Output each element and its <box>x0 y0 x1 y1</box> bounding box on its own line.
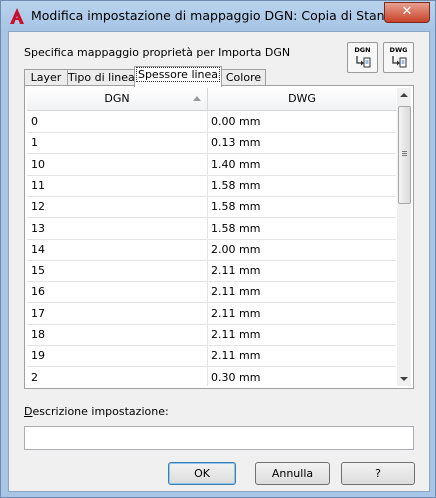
cell-dwg[interactable]: 1.58 mm <box>211 196 391 217</box>
cell-dgn: 10 <box>31 157 45 171</box>
cell-divider <box>207 196 208 218</box>
cell-dwg[interactable]: 2.00 mm <box>211 239 391 260</box>
description-label: Descrizione impostazione: <box>24 405 169 418</box>
table-header: DGN DWG <box>27 88 396 111</box>
mapping-table: DGN DWG 0 0.00 mm 1 0.13 mm 10 1.40 mm 11 1.58 … <box>27 88 396 386</box>
column-header-dgn[interactable]: DGN <box>27 88 207 110</box>
cell-dgn: 13 <box>31 221 45 235</box>
close-icon: ✕ <box>401 4 413 19</box>
column-header-label: DWG <box>288 92 316 105</box>
table-row[interactable]: 0 0.00 mm <box>27 111 396 133</box>
cell-dwg[interactable]: 1.40 mm <box>211 154 391 175</box>
autocad-app-icon <box>10 8 24 24</box>
grip-line <box>402 151 407 152</box>
cell-dwg[interactable]: 0.30 mm <box>211 367 391 386</box>
dialog-window: Modifica impostazione di mappaggio DGN: … <box>0 0 436 498</box>
vertical-scrollbar[interactable] <box>397 88 411 386</box>
dgn-mapping-button[interactable]: DGN <box>347 42 378 73</box>
cell-divider <box>207 174 208 196</box>
cell-divider <box>207 153 208 175</box>
dialog-subtitle: Specifica mappaggio proprietà per Import… <box>24 46 291 59</box>
cell-divider <box>207 324 208 345</box>
tab-label: Layer <box>30 71 62 84</box>
dialog-body: Specifica mappaggio proprietà per Import… <box>8 31 430 492</box>
cell-dwg[interactable]: 1.58 mm <box>211 175 391 196</box>
cell-dgn: 2 <box>31 370 38 384</box>
cell-dgn: 15 <box>31 264 45 278</box>
table-row[interactable]: 14 2.00 mm <box>27 238 396 261</box>
column-header-dwg[interactable]: DWG <box>208 88 396 110</box>
dwg-import-icon <box>392 56 407 68</box>
tab-spessore-linea[interactable]: Spessore linea <box>134 66 222 87</box>
cell-dgn: 19 <box>31 349 45 363</box>
description-label-text: escrizione impostazione: <box>32 405 169 418</box>
cell-dgn: 11 <box>31 178 45 192</box>
tab-colore[interactable]: Colore <box>221 69 266 86</box>
scroll-thumb[interactable] <box>398 106 411 204</box>
table-row[interactable]: 17 2.11 mm <box>27 302 396 325</box>
scroll-up-icon[interactable] <box>400 93 408 97</box>
cell-divider <box>207 345 208 367</box>
grip-line <box>402 153 407 154</box>
sort-ascending-icon <box>193 96 201 101</box>
cell-divider <box>207 302 208 324</box>
cell-divider <box>207 238 208 260</box>
table-row[interactable]: 18 2.11 mm <box>27 324 396 346</box>
cell-divider <box>207 111 208 132</box>
table-row[interactable]: 15 2.11 mm <box>27 260 396 283</box>
tab-label: Colore <box>225 71 262 84</box>
dgn-button-label: DGN <box>354 46 371 54</box>
table-row[interactable]: 10 1.40 mm <box>27 153 396 176</box>
dwg-mapping-button[interactable]: DWG <box>383 42 414 73</box>
tab-layer[interactable]: Layer <box>24 69 68 86</box>
cell-divider <box>207 366 208 386</box>
cancel-button[interactable]: Annulla <box>255 462 330 485</box>
cell-divider <box>207 217 208 239</box>
ok-button[interactable]: OK <box>168 462 236 485</box>
cell-divider <box>207 260 208 282</box>
cell-dgn: 17 <box>31 306 45 320</box>
mapping-panel: DGN DWG 0 0.00 mm 1 0.13 mm 10 1.40 mm 11 1.58 … <box>24 85 414 389</box>
cell-divider <box>207 281 208 303</box>
help-button[interactable]: ? <box>341 462 415 485</box>
table-row[interactable]: 11 1.58 mm <box>27 174 396 197</box>
cell-dgn: 18 <box>31 328 45 341</box>
tab-label: Spessore linea <box>135 67 221 82</box>
table-row[interactable]: 2 0.30 mm <box>27 366 396 386</box>
cell-dwg[interactable]: 1.58 mm <box>211 218 391 239</box>
column-header-label: DGN <box>104 92 130 105</box>
cell-dwg[interactable]: 2.11 mm <box>211 303 391 324</box>
table-row[interactable]: 19 2.11 mm <box>27 345 396 368</box>
scroll-down-icon[interactable] <box>400 377 408 381</box>
table-row[interactable]: 13 1.58 mm <box>27 217 396 240</box>
cell-dwg[interactable]: 2.11 mm <box>211 345 391 366</box>
window-title: Modifica impostazione di mappaggio DGN: … <box>31 8 414 23</box>
grip-line <box>402 155 407 156</box>
cell-divider <box>207 132 208 154</box>
title-bar[interactable]: Modifica impostazione di mappaggio DGN: … <box>1 1 435 31</box>
dgn-import-icon <box>356 56 371 68</box>
cell-dwg[interactable]: 0.13 mm <box>211 132 391 153</box>
cell-dgn: 1 <box>31 136 38 150</box>
dwg-button-label: DWG <box>389 46 408 54</box>
cell-dwg[interactable]: 0.00 mm <box>211 111 391 132</box>
cell-dwg[interactable]: 2.11 mm <box>211 260 391 281</box>
table-row[interactable]: 16 2.11 mm <box>27 281 396 304</box>
table-row[interactable]: 12 1.58 mm <box>27 196 396 219</box>
table-row[interactable]: 1 0.13 mm <box>27 132 396 155</box>
cell-dwg[interactable]: 2.11 mm <box>211 281 391 302</box>
close-button[interactable]: ✕ <box>384 2 430 23</box>
cell-dwg[interactable]: 2.11 mm <box>211 324 391 345</box>
description-input[interactable] <box>24 426 414 450</box>
tab-label: Tipo di linea <box>68 71 135 84</box>
tab-tipo-di-linea[interactable]: Tipo di linea <box>67 69 135 86</box>
cell-dgn: 14 <box>31 242 45 256</box>
cell-dgn: 12 <box>31 200 45 214</box>
cell-dgn: 16 <box>31 285 45 299</box>
cell-dgn: 0 <box>31 115 38 128</box>
